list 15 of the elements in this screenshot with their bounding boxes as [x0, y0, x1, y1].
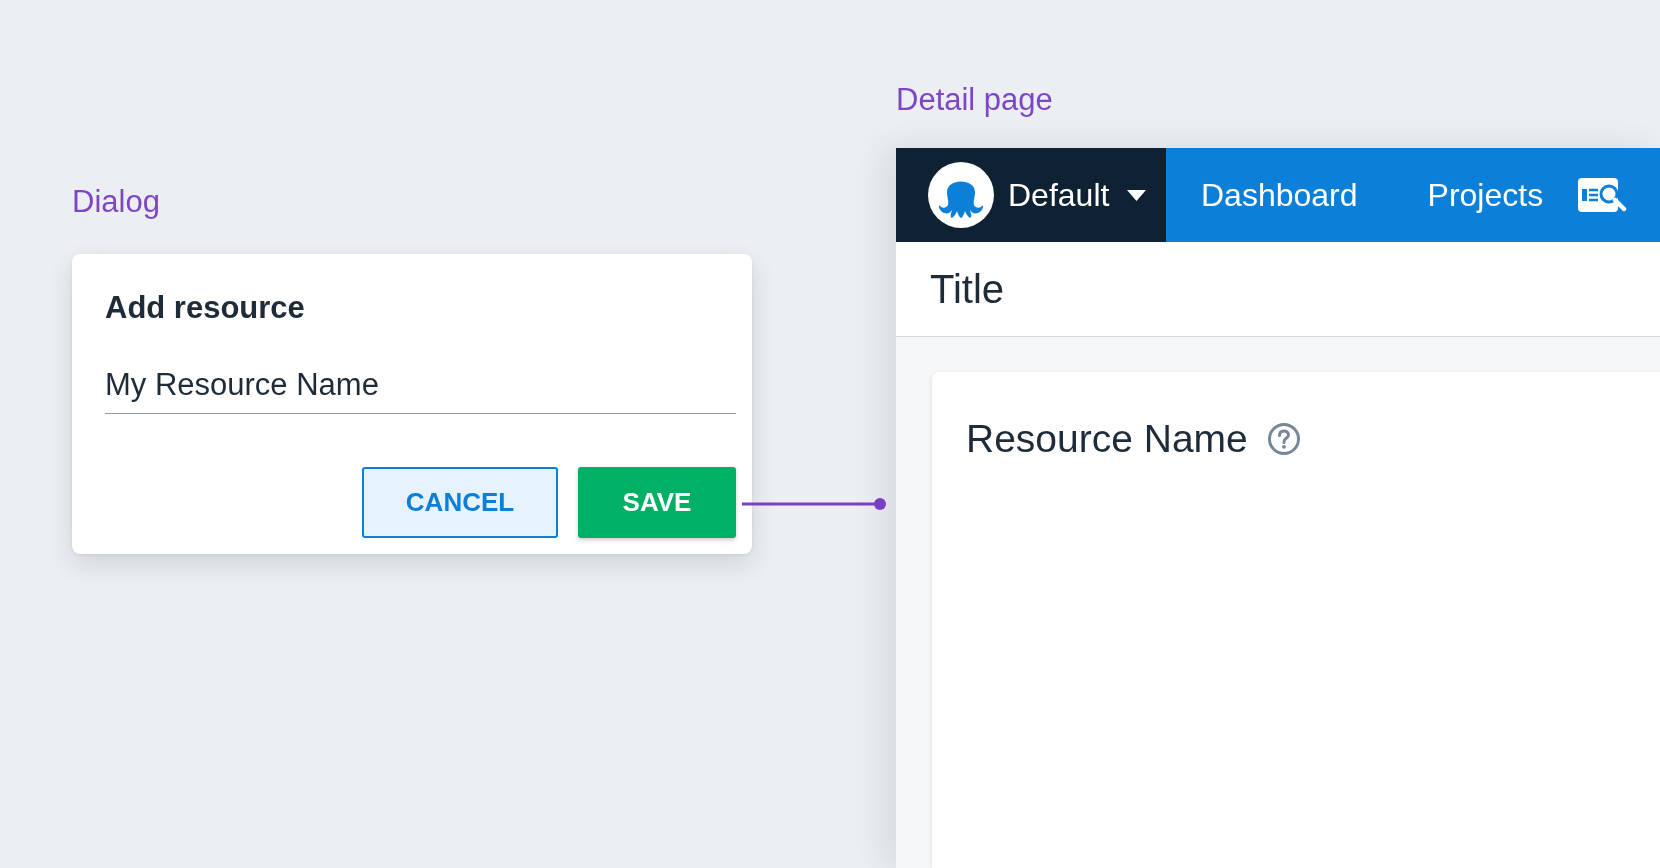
caret-icon	[1127, 189, 1147, 201]
input-field[interactable]: My Resource Name	[105, 363, 736, 414]
section-label: Detail page	[896, 82, 1053, 118]
nav-link[interactable]: Projects	[1392, 148, 1579, 242]
save-button[interactable]: SAVE	[578, 467, 736, 538]
search-icon[interactable]	[1578, 178, 1629, 212]
space-switcher[interactable]: Default	[896, 148, 1166, 242]
nav-link[interactable]: Dashboard	[1166, 148, 1393, 242]
section-label: Dialog	[72, 184, 160, 220]
help-icon[interactable]	[1267, 423, 1300, 455]
dialog-title: Add resource	[105, 290, 305, 326]
cancel-button[interactable]: CANCEL	[362, 467, 558, 538]
octopus-logo-icon	[928, 162, 994, 228]
field-heading: Resource Name	[966, 416, 1248, 462]
page-title: Title	[930, 266, 1005, 313]
